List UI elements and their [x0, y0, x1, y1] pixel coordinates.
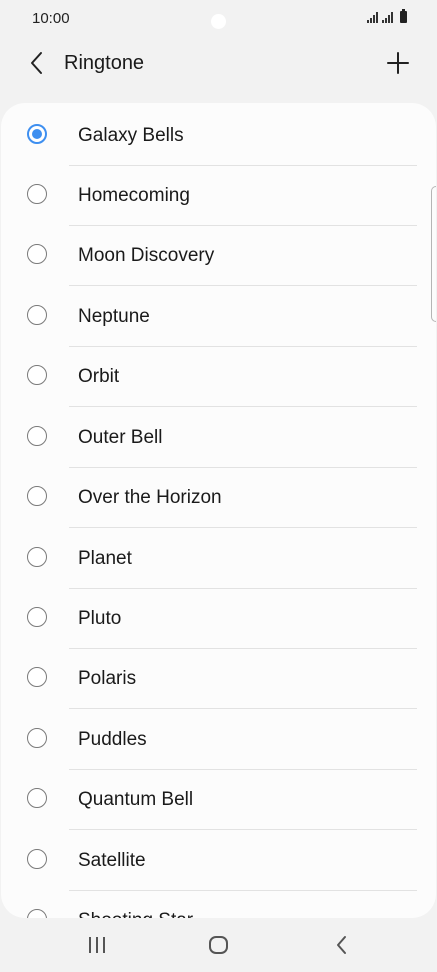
scrollbar[interactable] [431, 186, 436, 322]
radio-button[interactable] [27, 547, 47, 567]
radio-button[interactable] [27, 365, 47, 385]
list-item-galaxy-bells[interactable]: Galaxy Bells [1, 106, 436, 166]
header: Ringtone [0, 40, 437, 90]
recents-button[interactable] [84, 934, 110, 956]
list-item-moon-discovery[interactable]: Moon Discovery [1, 226, 436, 286]
chevron-left-icon [31, 52, 42, 74]
list-item-label: Moon Discovery [78, 245, 215, 266]
radio-button[interactable] [27, 184, 47, 204]
battery-icon [400, 9, 407, 23]
list-item-shooting-star[interactable]: Shooting Star [1, 891, 436, 918]
back-icon [337, 936, 346, 954]
status-bar: 10:00 [0, 0, 437, 38]
list-item-over-the-horizon[interactable]: Over the Horizon [1, 468, 436, 528]
radio-button[interactable] [27, 909, 47, 918]
list-item-quantum-bell[interactable]: Quantum Bell [1, 770, 436, 830]
signal-icon-2 [382, 12, 393, 23]
list-item-label: Planet [78, 548, 132, 569]
list-item-label: Neptune [78, 306, 150, 327]
plus-icon [387, 52, 409, 74]
divider [69, 285, 417, 286]
list-item-satellite[interactable]: Satellite [1, 831, 436, 891]
list-item-pluto[interactable]: Pluto [1, 589, 436, 649]
home-button[interactable] [206, 934, 232, 956]
list-item-label: Puddles [78, 729, 147, 750]
list-item-outer-bell[interactable]: Outer Bell [1, 408, 436, 468]
radio-button[interactable] [27, 244, 47, 264]
radio-button[interactable] [27, 667, 47, 687]
list-item-label: Galaxy Bells [78, 125, 184, 146]
list-item-neptune[interactable]: Neptune [1, 287, 436, 347]
list-item-label: Polaris [78, 668, 137, 689]
list-item-planet[interactable]: Planet [1, 529, 436, 589]
list-item-label: Outer Bell [78, 427, 163, 448]
nav-back-button[interactable] [329, 934, 355, 956]
list-item-puddles[interactable]: Puddles [1, 710, 436, 770]
navigation-bar [0, 918, 437, 972]
list-item-label: Satellite [78, 850, 146, 871]
status-time: 10:00 [32, 10, 70, 27]
radio-button-selected[interactable] [27, 124, 47, 144]
radio-button[interactable] [27, 607, 47, 627]
signal-icon [367, 12, 378, 23]
radio-button[interactable] [27, 849, 47, 869]
recents-icon [89, 937, 105, 953]
list-item-orbit[interactable]: Orbit [1, 347, 436, 407]
status-icons [367, 9, 407, 23]
divider [69, 527, 417, 528]
list-item-label: Quantum Bell [78, 789, 194, 810]
list-item-polaris[interactable]: Polaris [1, 649, 436, 709]
divider [69, 708, 417, 709]
list-item-label: Orbit [78, 366, 120, 387]
list-item-label: Over the Horizon [78, 487, 222, 508]
list-item-label: Pluto [78, 608, 122, 629]
radio-button[interactable] [27, 426, 47, 446]
radio-button[interactable] [27, 486, 47, 506]
radio-button[interactable] [27, 728, 47, 748]
camera-cutout [211, 14, 226, 29]
divider [69, 406, 417, 407]
home-icon [209, 936, 228, 954]
list-item-label: Homecoming [78, 185, 190, 206]
back-button[interactable] [22, 48, 52, 78]
list-item-homecoming[interactable]: Homecoming [1, 166, 436, 226]
ringtone-list: Galaxy Bells Homecoming Moon Discovery N… [1, 103, 436, 918]
add-ringtone-button[interactable] [383, 48, 413, 78]
radio-button[interactable] [27, 788, 47, 808]
radio-button[interactable] [27, 305, 47, 325]
page-title: Ringtone [64, 52, 145, 74]
list-item-label: Shooting Star [78, 910, 193, 918]
divider [69, 829, 417, 830]
